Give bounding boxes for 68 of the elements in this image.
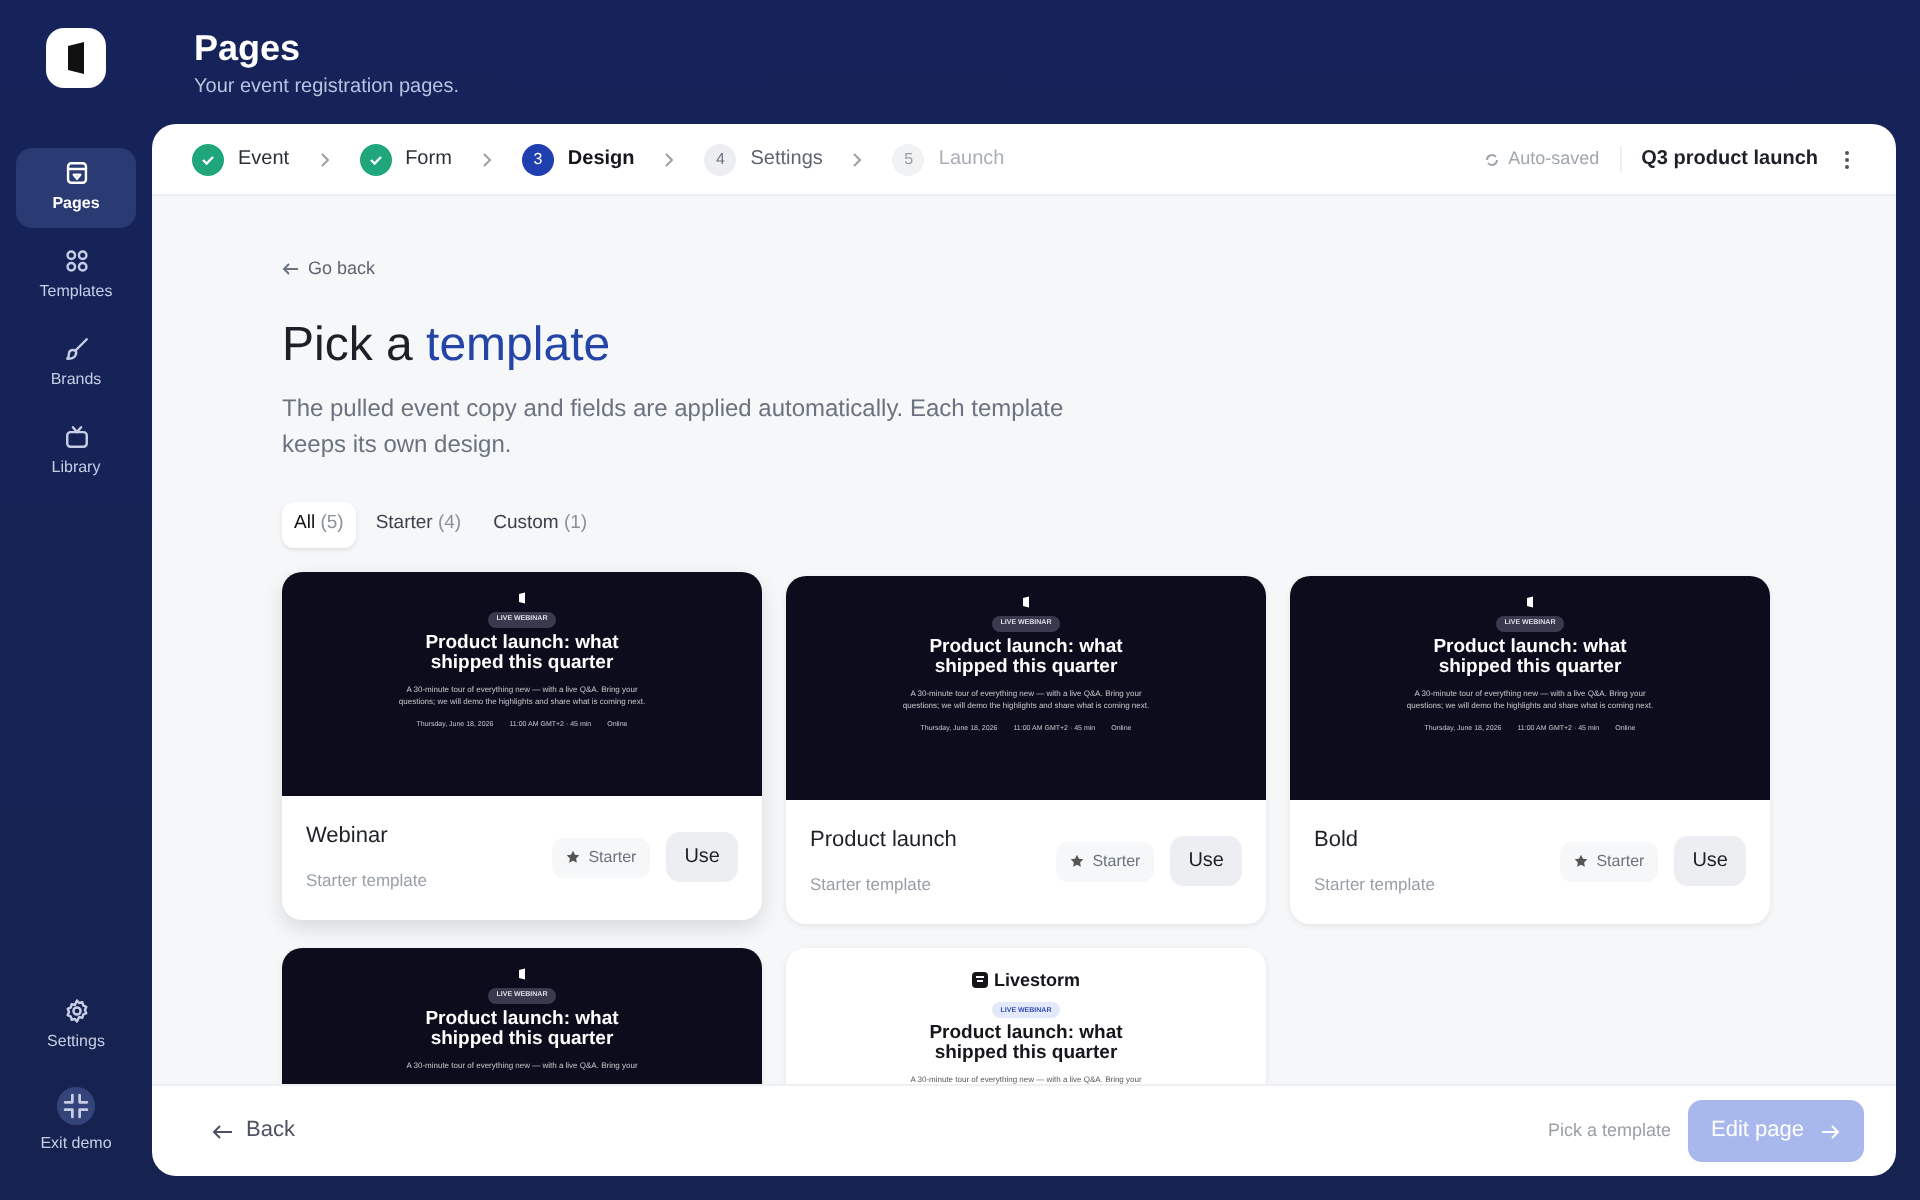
sidebar-item[interactable]: Brands bbox=[16, 324, 136, 404]
brush-icon bbox=[63, 336, 89, 362]
more-icon bbox=[1844, 149, 1850, 169]
template-subtitle: Starter template bbox=[1314, 872, 1437, 899]
check-icon bbox=[359, 143, 392, 175]
use-button[interactable]: Use bbox=[1170, 836, 1242, 887]
step-item[interactable]: Event bbox=[192, 143, 290, 175]
template-name: Product launch bbox=[810, 825, 959, 856]
autosave-status: Auto-saved bbox=[1484, 145, 1622, 173]
template-card[interactable] bbox=[282, 571, 762, 920]
sidebar-item[interactable]: Templates bbox=[16, 236, 136, 316]
brand-logo: Livestorm bbox=[971, 967, 1080, 995]
sidebar-item[interactable]: Exit demo bbox=[16, 1074, 136, 1168]
arrow-right-icon bbox=[1820, 1123, 1840, 1139]
sidebar-item[interactable]: Pages bbox=[16, 148, 136, 228]
template-card[interactable] bbox=[1290, 575, 1770, 924]
app-logo[interactable] bbox=[46, 28, 106, 88]
logo-icon bbox=[518, 967, 526, 980]
step-number: 5 bbox=[892, 143, 925, 175]
step-number: 3 bbox=[521, 143, 554, 175]
template-name: Webinar bbox=[306, 821, 390, 852]
chevron-icon bbox=[479, 151, 494, 167]
filter-tab[interactable]: All (5) bbox=[282, 502, 356, 548]
preview-title: Product launch: what shipped this quarter bbox=[423, 1009, 621, 1050]
page-title: Pages bbox=[194, 28, 303, 72]
settings-icon bbox=[63, 998, 89, 1024]
back-button[interactable]: Back bbox=[212, 1114, 295, 1148]
filter-tab[interactable]: Starter (4) bbox=[363, 502, 474, 548]
page-description: The pulled event copy and fields are applied automatically. Each template keeps its own design. bbox=[282, 392, 1066, 463]
project-name: Q3 product launch bbox=[1641, 146, 1818, 174]
preview-title: Product launch: what shipped this quarter bbox=[927, 637, 1125, 678]
sidebar-item[interactable]: Settings bbox=[16, 986, 136, 1066]
step-item[interactable]: 3 Design bbox=[521, 143, 635, 175]
starter-badge: Starter bbox=[1560, 841, 1659, 882]
arrow-left-icon bbox=[282, 262, 300, 277]
template-name: Bold bbox=[1314, 825, 1361, 856]
chevron-icon bbox=[850, 151, 865, 167]
arrow-left-icon bbox=[212, 1123, 234, 1139]
page-icon bbox=[63, 160, 89, 186]
sidebar-item[interactable]: Library bbox=[16, 412, 136, 492]
use-button[interactable]: Use bbox=[666, 832, 738, 883]
filter-tab[interactable]: Custom (1) bbox=[481, 502, 600, 548]
chevron-icon bbox=[662, 151, 677, 167]
template-subtitle: Starter template bbox=[306, 868, 429, 895]
starter-badge: Starter bbox=[552, 837, 651, 878]
preview-title: Product launch: what shipped this quarter bbox=[927, 1024, 1125, 1065]
preview-title: Product launch: what shipped this quarter bbox=[423, 633, 621, 674]
page-subtitle: Your event registration pages. bbox=[194, 73, 461, 102]
logo-icon bbox=[1022, 595, 1030, 608]
sync-icon bbox=[1484, 151, 1501, 167]
footer-hint: Pick a template bbox=[1547, 1117, 1672, 1144]
starter-badge: Starter bbox=[1056, 841, 1155, 882]
template-subtitle: Starter template bbox=[810, 872, 933, 899]
step-item[interactable]: 4 Settings bbox=[704, 143, 823, 175]
preview-title: Product launch: what shipped this quarter bbox=[1431, 637, 1629, 678]
logo-icon bbox=[518, 591, 526, 604]
chevron-icon bbox=[317, 151, 332, 167]
step-item[interactable]: Form bbox=[359, 143, 452, 175]
logo-icon bbox=[1526, 595, 1534, 608]
check-icon bbox=[192, 143, 224, 175]
use-button[interactable]: Use bbox=[1674, 836, 1746, 887]
tv-icon bbox=[63, 424, 89, 450]
template-card[interactable] bbox=[786, 575, 1266, 924]
collapse-icon bbox=[56, 1086, 96, 1126]
go-back-link[interactable]: Go back bbox=[282, 256, 376, 283]
page-heading: Pick a template bbox=[282, 317, 613, 375]
grid-icon bbox=[63, 248, 89, 274]
step-number: 4 bbox=[704, 143, 737, 175]
